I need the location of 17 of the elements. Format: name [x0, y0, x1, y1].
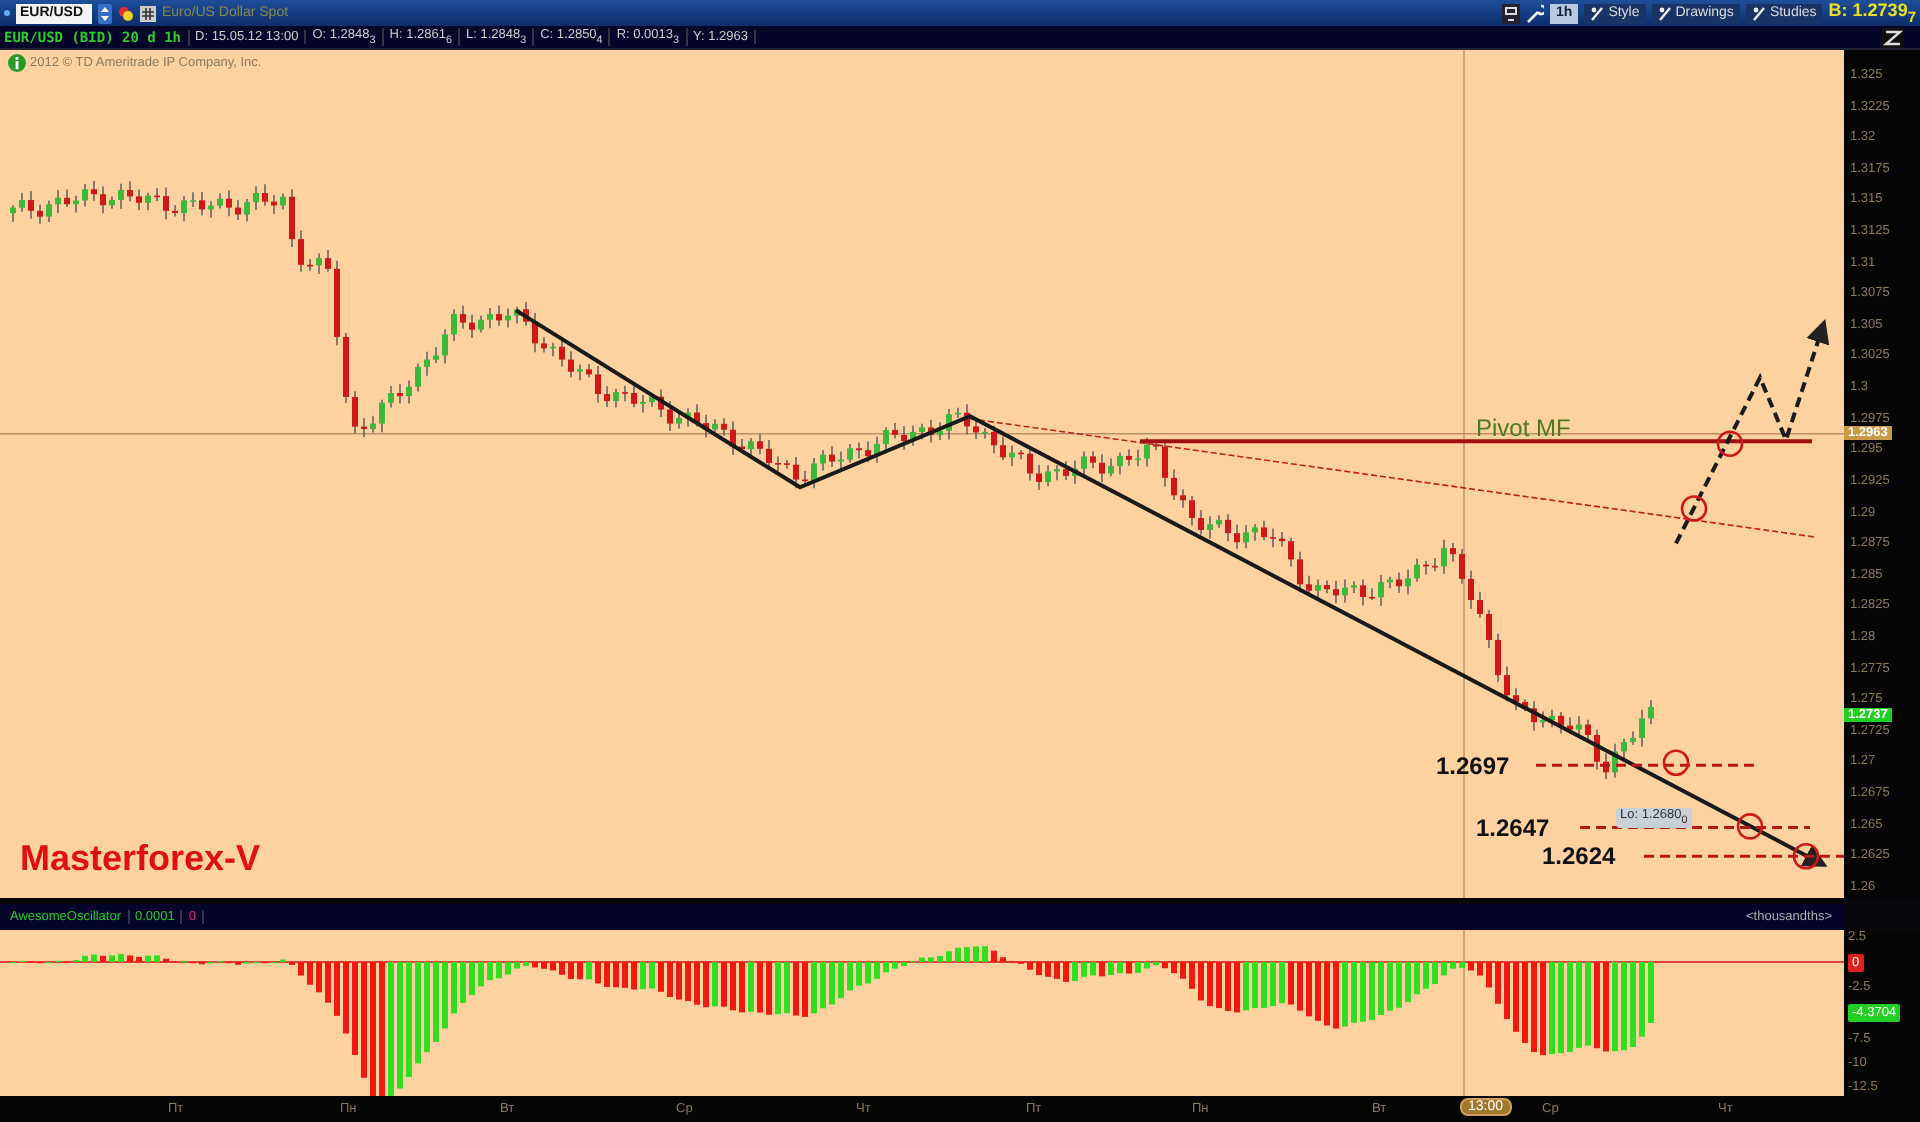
- target-circle: [1736, 813, 1764, 840]
- spinner-icon[interactable]: [98, 3, 112, 23]
- target-circle: [1716, 430, 1744, 457]
- brand-label: Masterforex-V: [20, 838, 261, 880]
- target-circle: [1680, 495, 1708, 522]
- bid-price: B: 1.2739$_{7}$: [1828, 0, 1916, 26]
- pivot-label: Pivot MF: [1476, 413, 1571, 442]
- level-label: 1.2697: [1436, 751, 1510, 780]
- zoom-icon[interactable]: [1882, 27, 1904, 47]
- level-label: 1.2647: [1476, 813, 1550, 842]
- link-icon[interactable]: [118, 5, 134, 21]
- level-label: 1.2624: [1542, 842, 1616, 871]
- hash-icon[interactable]: [140, 5, 156, 21]
- status-dot-icon: [4, 10, 10, 16]
- info-icon[interactable]: [8, 54, 26, 72]
- target-circle: [1662, 749, 1690, 777]
- target-circle: [1792, 842, 1820, 870]
